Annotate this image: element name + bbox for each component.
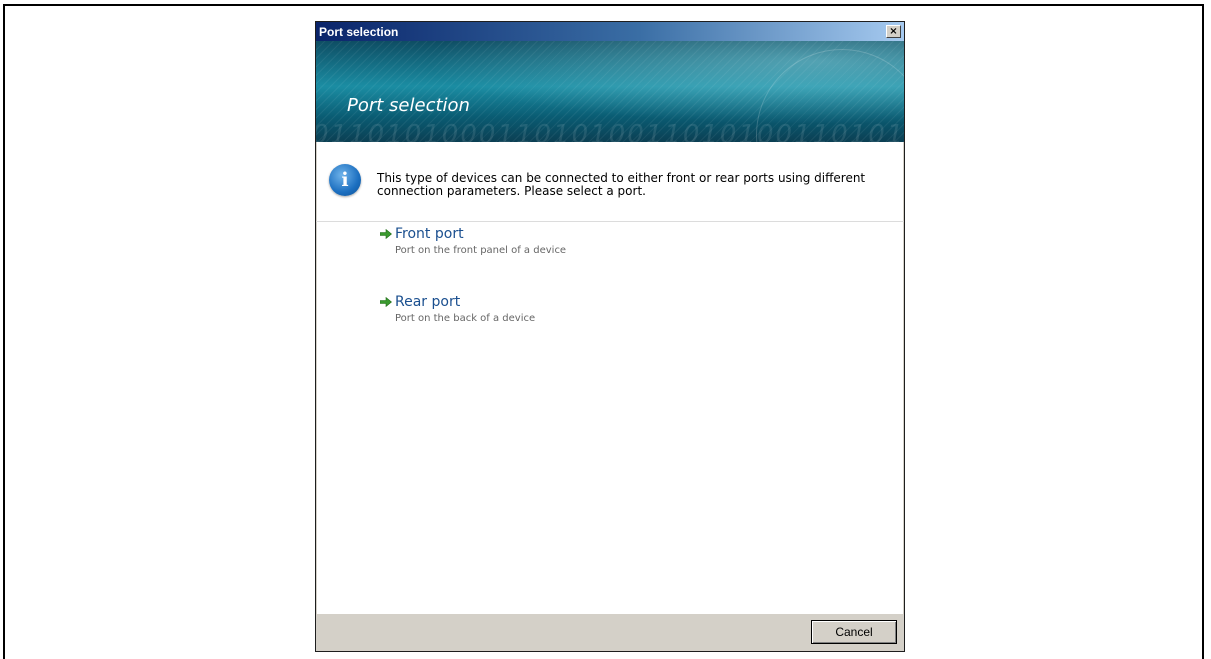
info-section: i This type of devices can be connected … (316, 142, 904, 222)
option-front-port[interactable]: Front port Port on the front panel of a … (380, 226, 780, 262)
green-arrow-icon (380, 229, 392, 239)
port-selection-dialog: Port selection × 01101010001101010011010… (315, 21, 905, 652)
window-title: Port selection (319, 24, 399, 39)
cancel-button[interactable]: Cancel (811, 620, 897, 644)
info-icon: i (329, 164, 361, 196)
header-banner: 0110101000110101001101010011010100 Port … (316, 41, 904, 142)
front-port-description: Port on the front panel of a device (395, 245, 567, 256)
rear-port-link[interactable]: Rear port (395, 294, 460, 310)
banner-title: Port selection (347, 95, 470, 116)
dialog-footer: Cancel (316, 614, 904, 651)
front-port-link[interactable]: Front port (395, 226, 464, 242)
green-arrow-icon (380, 297, 392, 307)
banner-watermark: 0110101000110101001101010011010100 (316, 120, 904, 142)
info-message: This type of devices can be connected to… (377, 171, 866, 198)
rear-port-description: Port on the back of a device (395, 313, 536, 324)
title-bar[interactable]: Port selection × (316, 22, 904, 41)
option-rear-port[interactable]: Rear port Port on the back of a device (380, 294, 780, 330)
close-button[interactable]: × (886, 25, 901, 38)
